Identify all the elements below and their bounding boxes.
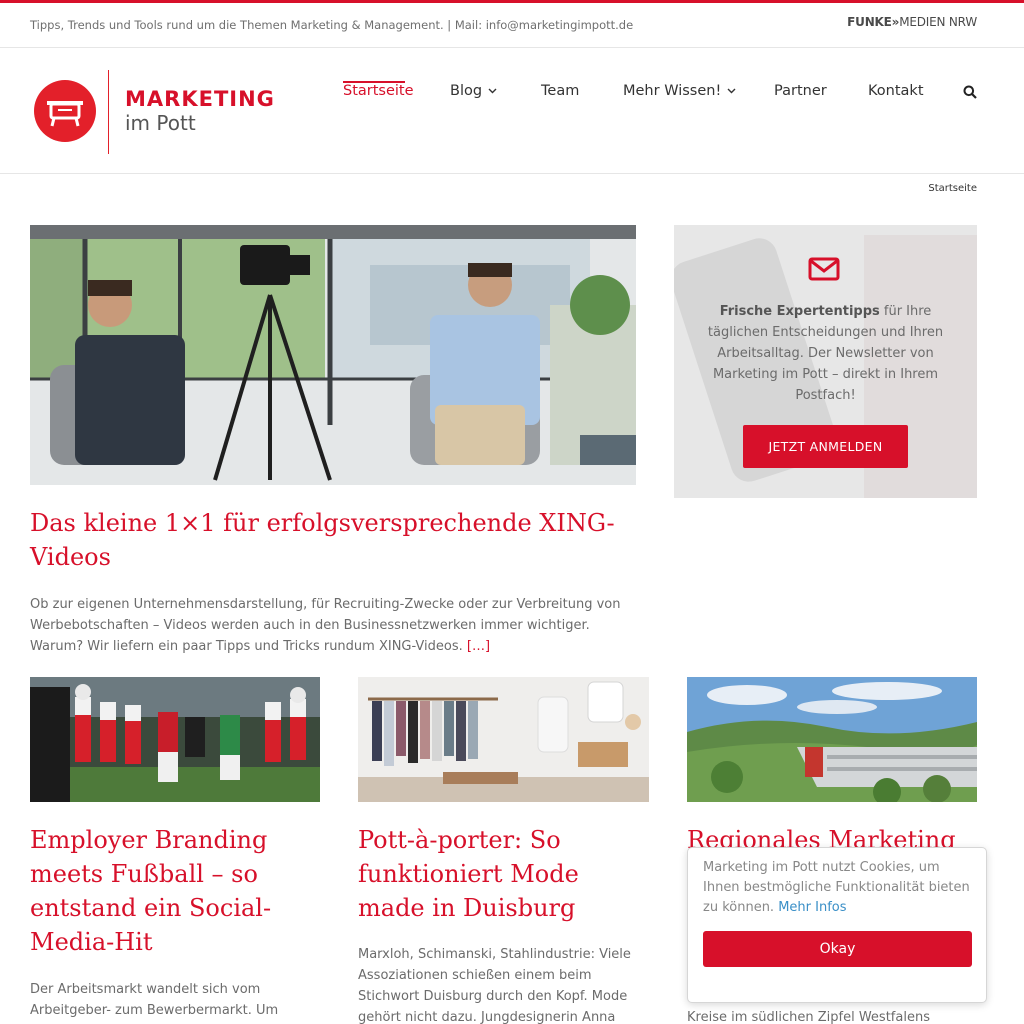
nav-item-team[interactable]: Team bbox=[541, 83, 579, 99]
read-more-link[interactable]: […] bbox=[467, 639, 490, 654]
nav-item-partner[interactable]: Partner bbox=[774, 83, 827, 99]
cookie-text: Marketing im Pott nutzt Cookies, um Ihne… bbox=[703, 858, 978, 918]
card-excerpt-2: Marxloh, Schimanski, Stahlindustrie: Vie… bbox=[358, 947, 631, 1024]
featured-excerpt-text: Ob zur eigenen Unternehmensdarstellung, … bbox=[30, 597, 621, 654]
site-header: MARKETING im Pott Startseite Blog Team M… bbox=[0, 48, 1024, 174]
funke-medien-logo[interactable]: FUNKE»MEDIEN NRW bbox=[847, 15, 977, 29]
featured-post-title[interactable]: Das kleine 1×1 für erfolgsversprechende … bbox=[30, 506, 620, 574]
newsletter-box: Frische Expertentipps für Ihre täglichen… bbox=[674, 225, 977, 498]
search-icon[interactable] bbox=[963, 85, 977, 103]
cookie-accept-button[interactable]: Okay bbox=[703, 931, 972, 967]
nav-item-blog[interactable]: Blog bbox=[450, 83, 497, 99]
nav-item-mehr-wissen[interactable]: Mehr Wissen! bbox=[623, 83, 736, 99]
cookie-more-info-link[interactable]: Mehr Infos bbox=[778, 900, 846, 915]
featured-post-excerpt: Ob zur eigenen Unternehmensdarstellung, … bbox=[30, 594, 636, 657]
chevron-down-icon bbox=[727, 88, 736, 94]
tagline: Tipps, Trends und Tools rund um die Them… bbox=[30, 18, 634, 32]
chevron-down-icon bbox=[488, 88, 497, 94]
newsletter-signup-button[interactable]: JETZT ANMELDEN bbox=[743, 425, 908, 468]
featured-post-image[interactable] bbox=[30, 225, 636, 485]
breadcrumb[interactable]: Startseite bbox=[928, 183, 977, 194]
card-image-landscape[interactable] bbox=[687, 677, 977, 802]
card-title-1[interactable]: Employer Branding meets Fußball – so ent… bbox=[30, 823, 320, 959]
top-bar: Tipps, Trends und Tools rund um die Them… bbox=[0, 3, 1024, 48]
brand-rest: MEDIEN NRW bbox=[899, 15, 977, 29]
nav-label-blog: Blog bbox=[450, 83, 483, 99]
card-excerpt-1: Der Arbeitsmarkt wandelt sich vom Arbeit… bbox=[30, 982, 279, 1018]
nav-label-mehr-wissen: Mehr Wissen! bbox=[623, 83, 722, 99]
cookie-notice: Marketing im Pott nutzt Cookies, um Ihne… bbox=[687, 847, 987, 1003]
envelope-icon bbox=[808, 257, 840, 285]
card-excerpt-3: Kreise im südlichen Zipfel Westfalens st… bbox=[687, 1010, 930, 1024]
main-nav: Startseite Blog Team Mehr Wissen! Partne… bbox=[0, 81, 1024, 105]
logo-text-impott: im Pott bbox=[125, 111, 196, 135]
card-image-fashion[interactable] bbox=[358, 677, 649, 802]
newsletter-text-bold: Frische Expertentipps bbox=[719, 304, 880, 319]
card-title-2[interactable]: Pott-à-porter: So funktioniert Mode made… bbox=[358, 823, 649, 925]
card-image-football[interactable] bbox=[30, 677, 320, 802]
nav-item-kontakt[interactable]: Kontakt bbox=[868, 83, 924, 99]
newsletter-text: Frische Expertentipps für Ihre täglichen… bbox=[694, 301, 957, 406]
nav-item-startseite[interactable]: Startseite bbox=[343, 83, 414, 99]
brand-bold: FUNKE bbox=[847, 15, 892, 29]
